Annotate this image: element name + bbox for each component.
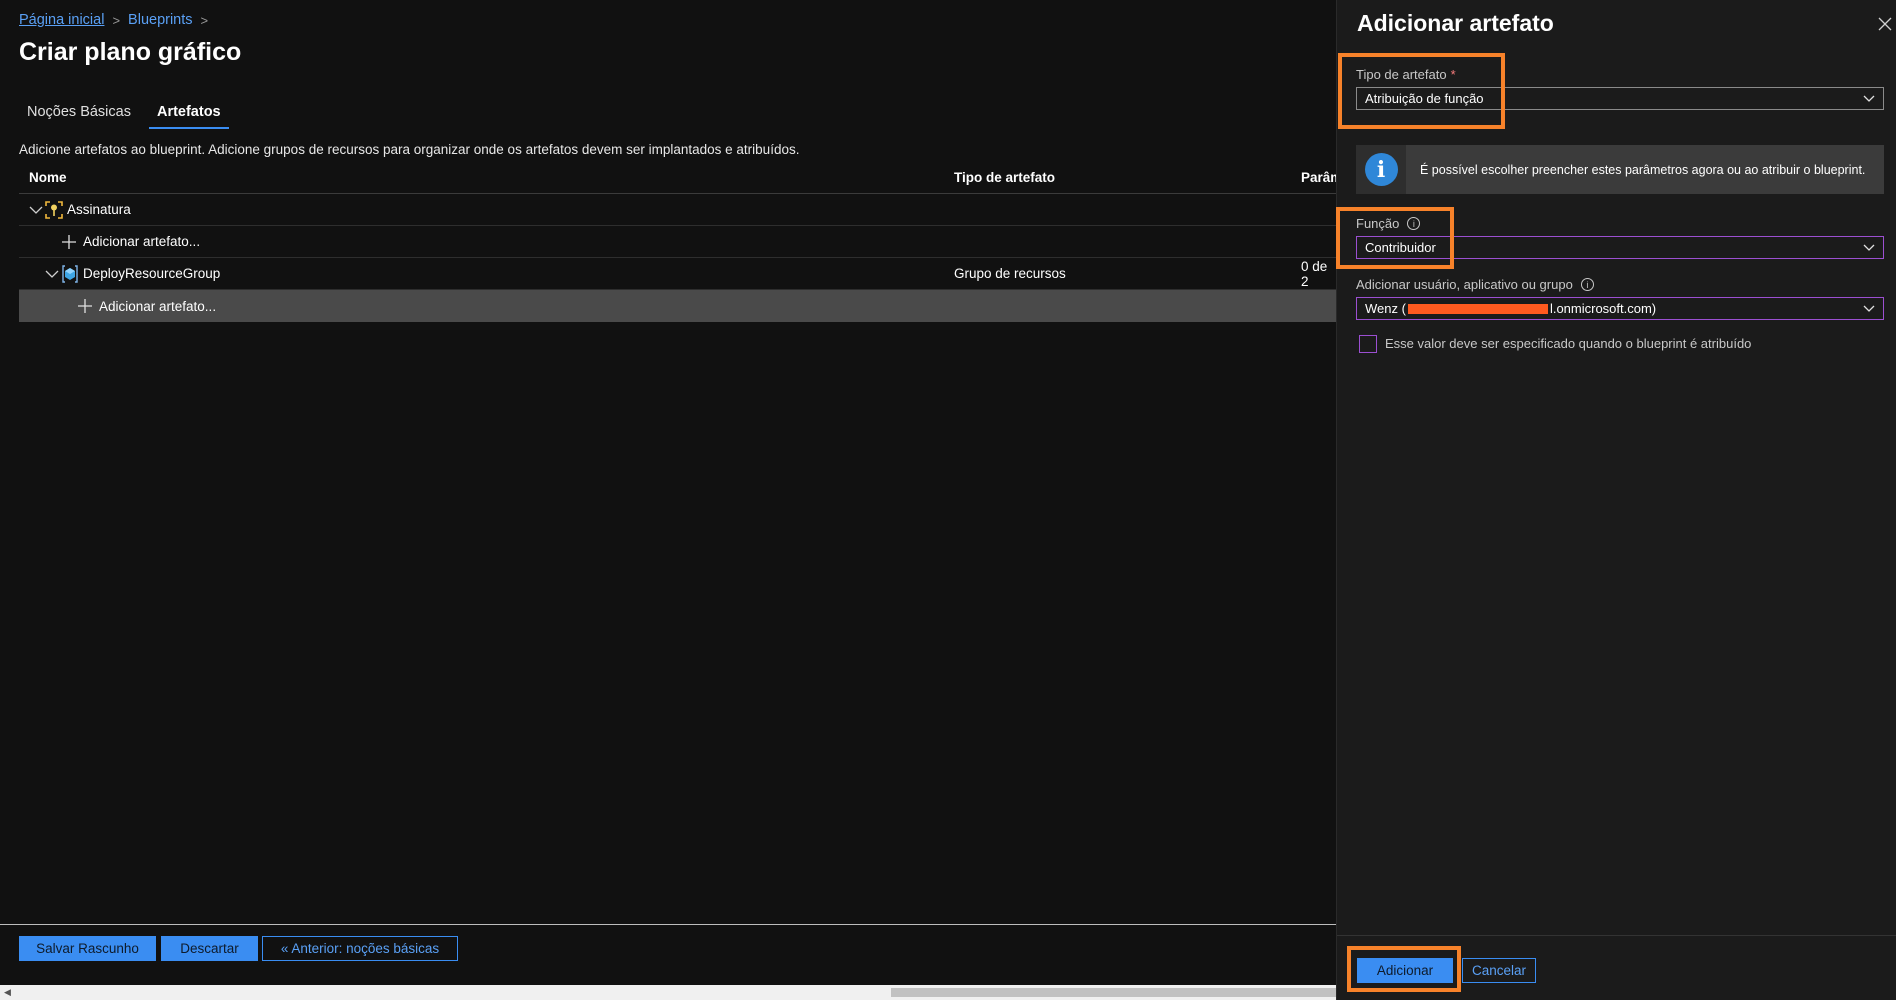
- info-text: É possível escolher preencher estes parâ…: [1420, 162, 1866, 177]
- close-icon[interactable]: [1877, 16, 1893, 32]
- specify-on-assign-label: Esse valor deve ser especificado quando …: [1385, 336, 1752, 351]
- column-header-type[interactable]: Tipo de artefato: [954, 170, 1055, 185]
- add-artifact-link[interactable]: Adicionar artefato...: [99, 299, 216, 314]
- artifact-type-label-text: Tipo de artefato: [1356, 67, 1447, 82]
- user-value-suffix: l.onmicrosoft.com): [1549, 301, 1657, 316]
- add-button[interactable]: Adicionar: [1357, 958, 1453, 983]
- artifacts-description: Adicione artefatos ao blueprint. Adicion…: [19, 142, 800, 157]
- info-badge: i: [1356, 145, 1406, 194]
- plus-icon: [62, 234, 76, 249]
- user-label: Adicionar usuário, aplicativo ou grupo i: [1356, 277, 1594, 292]
- row-name-cell: Adicionar artefato...: [61, 234, 200, 250]
- scrollbar-thumb[interactable]: [891, 988, 1336, 997]
- row-params: 0 de 2: [1301, 258, 1328, 289]
- role-value: Contribuidor: [1365, 240, 1436, 255]
- breadcrumb: Página inicial > Blueprints >: [19, 12, 216, 28]
- tab-artifacts[interactable]: Artefatos: [148, 100, 229, 129]
- user-dropdown[interactable]: Wenz ( l.onmicrosoft.com): [1356, 297, 1884, 320]
- specify-on-assign-checkbox[interactable]: [1359, 335, 1377, 353]
- row-name-cell: Assinatura: [29, 200, 131, 219]
- info-circle-icon[interactable]: i: [1407, 217, 1421, 230]
- resource-group-icon: [62, 264, 78, 283]
- grid-header-row: Nome Tipo de artefato Parâm: [19, 162, 1342, 194]
- user-value-prefix: Wenz (: [1365, 301, 1406, 316]
- pane-footer: Adicionar Cancelar: [1337, 935, 1896, 1000]
- chevron-down-icon[interactable]: [45, 269, 59, 279]
- page-title: Criar plano gráfico: [19, 38, 242, 66]
- breadcrumb-home-link[interactable]: Página inicial: [19, 12, 104, 28]
- row-name: DeployResourceGroup: [83, 266, 221, 281]
- chevron-down-icon: [1863, 95, 1875, 102]
- role-dropdown[interactable]: Contribuidor: [1356, 236, 1884, 259]
- column-header-name[interactable]: Nome: [29, 170, 67, 185]
- plus-icon: [78, 299, 92, 313]
- row-name: Assinatura: [67, 202, 131, 217]
- scroll-left-icon[interactable]: ◀: [4, 987, 11, 998]
- role-label-text: Função: [1356, 216, 1400, 231]
- chevron-down-icon[interactable]: [29, 205, 43, 215]
- tab-basics[interactable]: Noções Básicas: [19, 100, 139, 129]
- info-banner: i É possível escolher preencher estes pa…: [1356, 145, 1884, 194]
- artifact-type-label: Tipo de artefato *: [1356, 67, 1456, 82]
- table-row-add-artifact[interactable]: Adicionar artefato...: [19, 226, 1336, 258]
- role-label: Função i: [1356, 216, 1421, 231]
- table-row-subscription[interactable]: Assinatura: [19, 194, 1336, 226]
- user-label-text: Adicionar usuário, aplicativo ou grupo: [1356, 277, 1573, 292]
- chevron-down-icon: [1863, 244, 1875, 251]
- required-marker: *: [1450, 67, 1456, 82]
- pane-title: Adicionar artefato: [1357, 10, 1554, 36]
- info-circle-icon[interactable]: i: [1580, 278, 1594, 291]
- add-artifact-link[interactable]: Adicionar artefato...: [83, 234, 200, 249]
- tab-bar: Noções Básicas Artefatos: [19, 100, 239, 129]
- discard-button[interactable]: Descartar: [161, 936, 258, 961]
- artifact-type-dropdown[interactable]: Atribuição de função: [1356, 87, 1884, 110]
- add-artifact-pane: Adicionar artefato Tipo de artefato * At…: [1336, 0, 1896, 1000]
- chevron-right-icon: >: [200, 12, 209, 28]
- horizontal-scrollbar[interactable]: ◀: [0, 985, 1336, 1000]
- breadcrumb-blueprints-link[interactable]: Blueprints: [128, 12, 192, 28]
- row-type: Grupo de recursos: [954, 266, 1066, 281]
- subscription-key-icon: [45, 200, 63, 219]
- redacted-email: [1407, 303, 1548, 314]
- row-name-cell: DeployResourceGroup: [45, 264, 221, 283]
- blade-footer: Salvar Rascunho Descartar « Anterior: no…: [0, 924, 1336, 984]
- previous-basics-button[interactable]: « Anterior: noções básicas: [262, 936, 458, 961]
- artifacts-grid: Nome Tipo de artefato Parâm Assinatura A…: [19, 162, 1342, 322]
- main-blade: Página inicial > Blueprints > Criar plan…: [0, 0, 1342, 1000]
- save-draft-button[interactable]: Salvar Rascunho: [19, 936, 156, 961]
- artifact-type-value: Atribuição de função: [1365, 91, 1484, 106]
- chevron-down-icon: [1863, 305, 1875, 312]
- info-icon: i: [1364, 153, 1398, 186]
- chevron-right-icon: >: [112, 12, 121, 28]
- table-row-add-artifact-selected[interactable]: Adicionar artefato...: [19, 290, 1336, 322]
- row-name-cell: Adicionar artefato...: [77, 298, 216, 314]
- cancel-button[interactable]: Cancelar: [1462, 958, 1536, 983]
- table-row-resource-group[interactable]: DeployResourceGroup Grupo de recursos 0 …: [19, 258, 1336, 290]
